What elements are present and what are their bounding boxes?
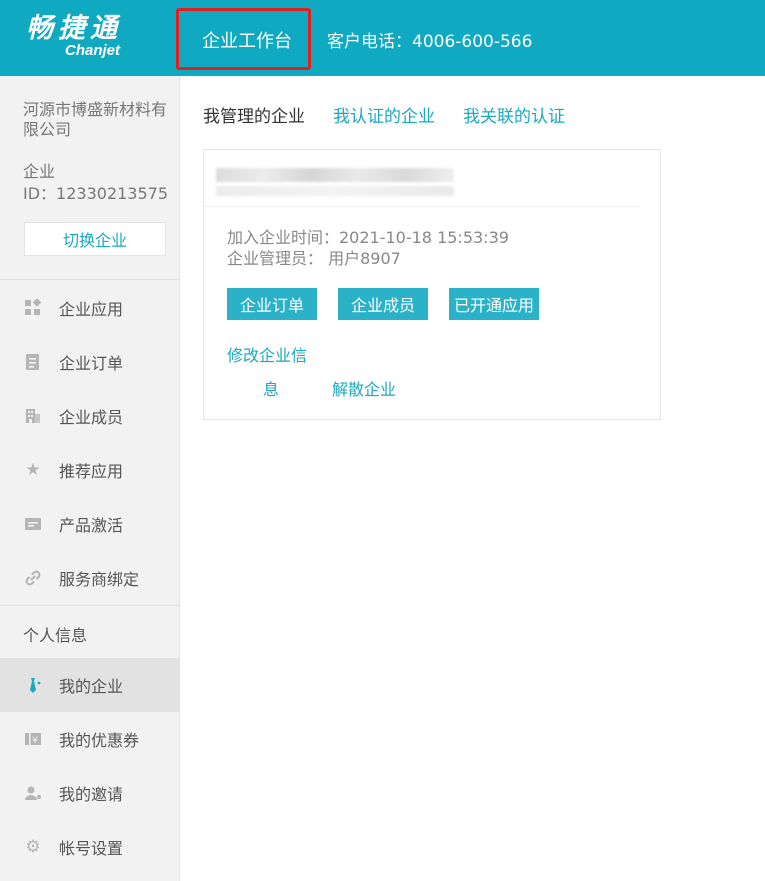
link-icon (23, 568, 43, 588)
sidebar-item-recommended-apps[interactable]: ★ 推荐应用 (0, 443, 179, 497)
enterprise-card: 加入企业时间：2021-10-18 15:53:39 企业管理员： 用户8907… (203, 149, 661, 420)
gear-icon: ⚙ (25, 837, 41, 857)
edit-enterprise-info-link-continued[interactable]: 息 (263, 380, 279, 400)
sidebar-item-label: 企业应用 (59, 300, 124, 319)
sidebar-divider (0, 605, 179, 606)
switch-company-button[interactable]: 切换企业 (24, 222, 166, 256)
apps-icon (23, 298, 43, 318)
building-icon (23, 406, 43, 426)
sidebar-item-label: 企业订单 (59, 354, 124, 373)
svg-text:¥: ¥ (32, 736, 38, 746)
coupon-icon: ¥ (23, 729, 43, 749)
tab-certified-enterprises[interactable]: 我认证的企业 (333, 106, 435, 128)
sidebar: 河源市博盛新材料有限公司 企业 ID：12330213575 切换企业 企业应用… (0, 76, 180, 881)
dissolve-enterprise-link[interactable]: 解散企业 (332, 380, 396, 400)
join-time: 加入企业时间：2021-10-18 15:53:39 (227, 228, 509, 247)
sidebar-item-product-activation[interactable]: 产品激活 (0, 497, 179, 551)
top-header: 畅捷通 Chanjet 企业工作台 客户电话：4006-600-566 (0, 0, 765, 76)
tie-icon (23, 675, 43, 695)
company-id-label: 企业 (23, 162, 56, 181)
workbench-link[interactable]: 企业工作台 (202, 30, 292, 54)
tab-linked-certifications[interactable]: 我关联的认证 (463, 106, 565, 128)
enterprise-orders-button[interactable]: 企业订单 (227, 288, 317, 320)
enterprise-tabs: 我管理的企业 我认证的企业 我关联的认证 (203, 106, 593, 128)
sidebar-item-enterprise-apps[interactable]: 企业应用 (0, 281, 179, 335)
company-id: ID：12330213575 (23, 184, 169, 203)
sidebar-item-label: 我的企业 (59, 677, 124, 696)
chanjet-logo[interactable]: 畅捷通 Chanjet (26, 12, 122, 59)
logo-chinese-text: 畅捷通 (26, 13, 122, 44)
sidebar-item-label: 服务商绑定 (59, 570, 140, 589)
card-divider (204, 206, 640, 207)
sidebar-item-my-invitations[interactable]: 我的邀请 (0, 766, 179, 820)
sidebar-item-provider-binding[interactable]: 服务商绑定 (0, 551, 179, 605)
enterprise-admin: 企业管理员： 用户8907 (227, 249, 401, 268)
activated-apps-button[interactable]: 已开通应用 (449, 288, 539, 320)
card-icon (23, 514, 43, 534)
edit-enterprise-info-link[interactable]: 修改企业信 (227, 346, 307, 366)
order-icon (23, 352, 43, 372)
personal-info-title: 个人信息 (23, 626, 88, 645)
sidebar-item-label: 推荐应用 (59, 462, 124, 481)
sidebar-item-label: 我的优惠券 (59, 731, 140, 750)
blurred-enterprise-name (216, 168, 454, 182)
sidebar-item-my-coupons[interactable]: ¥ 我的优惠券 (0, 712, 179, 766)
sidebar-item-label: 企业成员 (59, 408, 124, 427)
sidebar-item-enterprise-orders[interactable]: 企业订单 (0, 335, 179, 389)
sidebar-divider (0, 279, 179, 280)
sidebar-item-label: 帐号设置 (59, 839, 124, 858)
customer-phone: 客户电话：4006-600-566 (327, 32, 533, 52)
enterprise-members-button[interactable]: 企业成员 (338, 288, 428, 320)
tab-managed-enterprises[interactable]: 我管理的企业 (203, 106, 305, 128)
sidebar-item-my-enterprise[interactable]: 我的企业 (0, 658, 179, 712)
blurred-enterprise-detail (216, 186, 454, 196)
company-name: 河源市博盛新材料有限公司 (23, 100, 168, 139)
sidebar-item-account-settings[interactable]: ⚙ 帐号设置 (0, 820, 179, 874)
sidebar-item-label: 我的邀请 (59, 785, 124, 804)
invite-icon (23, 783, 43, 803)
star-icon: ★ (25, 460, 41, 480)
sidebar-item-enterprise-members[interactable]: 企业成员 (0, 389, 179, 443)
sidebar-item-label: 产品激活 (59, 516, 124, 535)
